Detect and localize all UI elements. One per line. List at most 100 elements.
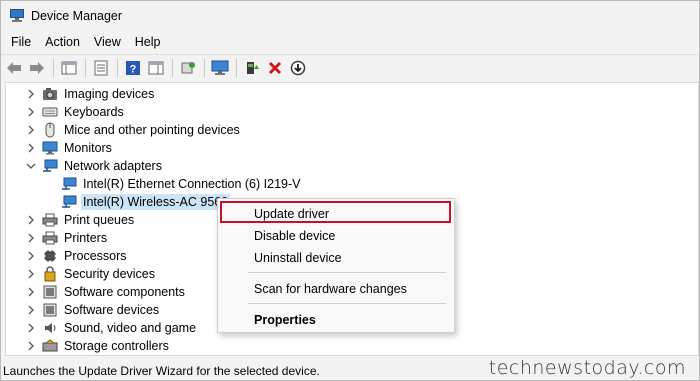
tree-item-keyboards[interactable]: Keyboards [25,103,126,121]
action-pane-icon[interactable] [146,58,166,78]
toolbar-separator [236,59,237,77]
tree-item-sound-video-game[interactable]: Sound, video and game [25,319,198,337]
window-title: Device Manager [31,9,123,23]
tree-item-software-devices[interactable]: Software devices [25,301,161,319]
tree-item-label: Intel(R) Wireless-AC 9560 [81,194,231,210]
chevron-right-icon[interactable] [25,322,37,334]
tree-item-processors[interactable]: Processors [25,247,129,265]
show-hide-console-tree-icon[interactable] [59,58,79,78]
tree-item-imaging-devices[interactable]: Imaging devices [25,85,156,103]
toolbar: ? [1,54,699,81]
menu-item-update-driver[interactable]: Update driver [218,204,454,224]
chevron-down-icon[interactable] [25,160,37,172]
speaker-icon [42,320,58,336]
monitor-icon[interactable] [210,58,230,78]
tree-item-security-devices[interactable]: Security devices [25,265,157,283]
toolbar-separator [117,59,118,77]
tree-item-label: Imaging devices [64,87,155,101]
tree-item-label: Software components [64,285,185,299]
chevron-right-icon[interactable] [25,250,37,262]
tree-item-label: Print queues [64,213,135,227]
menu-separator [248,272,446,273]
chevron-right-icon[interactable] [25,340,37,352]
chevron-right-icon[interactable] [25,88,37,100]
device-manager-icon [9,9,25,23]
software-icon [42,302,58,318]
tree-item-label: Software devices [64,303,160,317]
svg-text:?: ? [130,64,137,76]
tree-item-network-adapters[interactable]: Network adapters [25,157,164,175]
menu-view[interactable]: View [87,33,128,51]
tree-item-printers[interactable]: Printers [25,229,109,247]
processor-icon [42,248,58,264]
tree-item-label: Security devices [64,267,156,281]
menu-file[interactable]: File [4,33,38,51]
mouse-icon [42,122,58,138]
menu-help[interactable]: Help [128,33,168,51]
context-menu: Update driver Disable device Uninstall d… [217,198,455,333]
tree-item-mice[interactable]: Mice and other pointing devices [25,121,242,139]
title-bar: Device Manager [1,1,699,31]
chevron-right-icon[interactable] [25,106,37,118]
scan-icon[interactable] [178,58,198,78]
tree-item-label: Network adapters [64,159,162,173]
tree-item-monitors[interactable]: Monitors [25,139,114,157]
menu-item-properties[interactable]: Properties [218,310,454,330]
keyboard-icon [42,104,58,120]
menu-item-label: Disable device [254,229,336,243]
menu-item-label: Scan for hardware changes [254,282,407,296]
tree-item-label: Storage controllers [64,339,169,353]
disable-icon[interactable] [288,58,308,78]
tree-item-label: Processors [64,249,127,263]
printer-icon [42,230,58,246]
status-text: Launches the Update Driver Wizard for th… [3,363,320,378]
toolbar-separator [53,59,54,77]
menu-item-uninstall-device[interactable]: Uninstall device [218,248,454,268]
network-adapter-icon [61,194,77,210]
toolbar-separator [172,59,173,77]
chevron-right-icon[interactable] [25,142,37,154]
uninstall-icon[interactable] [265,58,285,78]
tree-item-label: Keyboards [64,105,124,119]
watermark: technewstoday.com [488,357,686,379]
help-icon[interactable]: ? [123,58,143,78]
toolbar-separator [85,59,86,77]
software-icon [42,284,58,300]
tree-item-label: Mice and other pointing devices [64,123,240,137]
menu-item-scan-hardware[interactable]: Scan for hardware changes [218,279,454,299]
chevron-right-icon[interactable] [25,124,37,136]
menu-item-label: Uninstall device [254,251,342,265]
menu-bar: File Action View Help [1,31,699,53]
chevron-right-icon[interactable] [25,286,37,298]
menu-action[interactable]: Action [38,33,87,51]
monitor-icon [42,140,58,156]
network-adapter-icon [42,158,58,174]
menu-separator [248,303,446,304]
chevron-right-icon[interactable] [25,268,37,280]
tree-item-print-queues[interactable]: Print queues [25,211,136,229]
tree-item-label: Monitors [64,141,112,155]
toolbar-separator [204,59,205,77]
chevron-right-icon[interactable] [25,304,37,316]
security-icon [42,266,58,282]
tree-item-label: Intel(R) Ethernet Connection (6) I219-V [83,177,301,191]
tree-item-software-components[interactable]: Software components [25,283,187,301]
menu-item-label: Update driver [254,207,330,221]
forward-icon[interactable] [27,58,47,78]
tree-item-ethernet-adapter[interactable]: Intel(R) Ethernet Connection (6) I219-V [61,175,302,193]
update-driver-icon[interactable] [242,58,262,78]
properties-icon[interactable] [91,58,111,78]
camera-icon [42,86,58,102]
menu-item-label: Properties [254,313,316,327]
network-adapter-icon [61,176,77,192]
storage-icon [42,338,58,354]
chevron-right-icon[interactable] [25,232,37,244]
tree-item-wireless-adapter[interactable]: Intel(R) Wireless-AC 9560 [61,193,231,211]
chevron-right-icon[interactable] [25,214,37,226]
printer-icon [42,212,58,228]
menu-item-disable-device[interactable]: Disable device [218,226,454,246]
tree-item-storage-controllers[interactable]: Storage controllers [25,337,171,355]
back-icon[interactable] [4,58,24,78]
tree-item-label: Printers [64,231,108,245]
tree-item-label: Sound, video and game [64,321,197,335]
